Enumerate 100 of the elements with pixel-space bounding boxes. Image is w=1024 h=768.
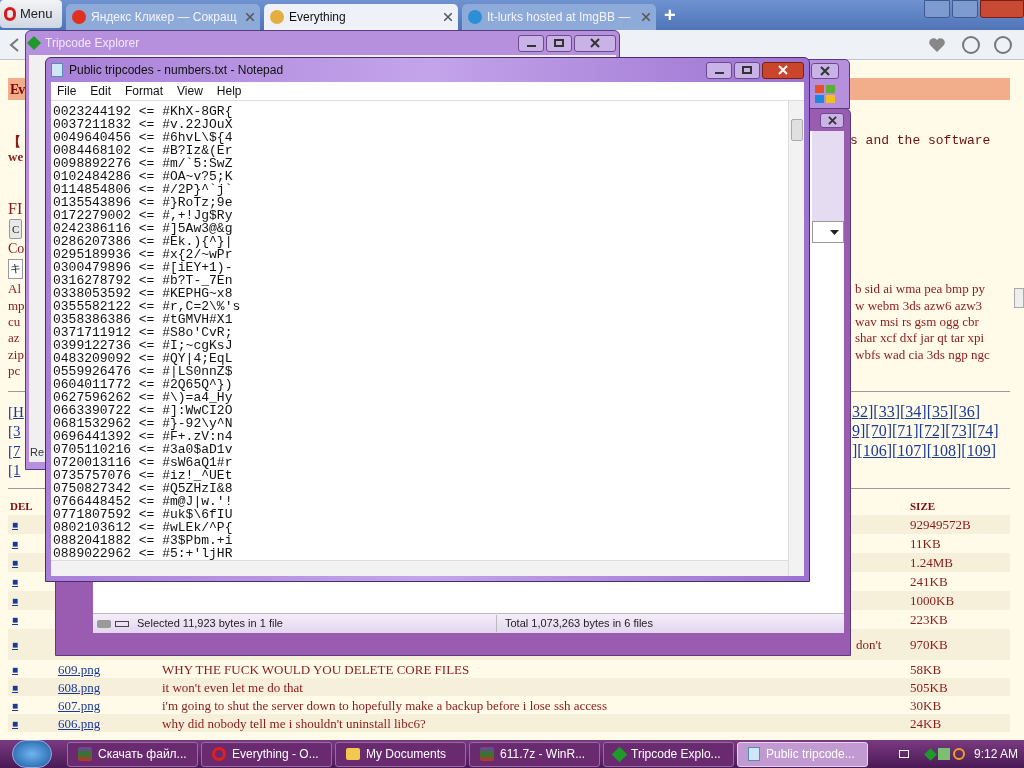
text-line: 0242386116 <= #]5Aw3@&g xyxy=(53,222,233,235)
file-link[interactable]: 607.png xyxy=(58,697,101,713)
tab-title: Everything xyxy=(289,9,347,26)
file-type-text: Al xyxy=(8,281,21,297)
form-button[interactable]: C xyxy=(9,219,23,239)
size-cell-text: 1000KB xyxy=(910,591,956,610)
column-header: SIZE xyxy=(910,499,937,515)
tray-icon[interactable] xyxy=(898,750,909,758)
tab-title: Яндекс Кликер — Сокращ xyxy=(91,9,238,26)
delete-link[interactable]: ■ xyxy=(8,680,58,696)
file-link[interactable]: 609.png xyxy=(58,661,101,677)
windows-logo-icon xyxy=(815,85,835,103)
text-field[interactable]: キ xyxy=(8,259,23,279)
close-button[interactable] xyxy=(574,34,616,52)
caret-icon xyxy=(830,229,839,235)
text-line: 0720013116 <= #sW6aQ1#r xyxy=(53,456,233,469)
notepad-icon xyxy=(748,747,760,761)
file-type-text: az xyxy=(8,330,20,346)
text-line: 0102484286 <= #OA~v?5;K xyxy=(53,170,233,183)
minimize-button[interactable] xyxy=(518,34,544,52)
text-line: 0114854806 <= #/2P}^`j` xyxy=(53,183,233,196)
text-line: 0559926476 <= #|LS0nnZ$ xyxy=(53,365,233,378)
page-link[interactable]: [H xyxy=(8,403,24,420)
size-cell-text: 241KB xyxy=(910,572,949,591)
text-line: 0802103612 <= #wLEk/^P{ xyxy=(53,521,233,534)
delete-link[interactable]: ■ xyxy=(8,698,58,714)
close-button[interactable] xyxy=(811,63,839,79)
close-button[interactable] xyxy=(762,61,804,79)
intro-text: we xyxy=(8,148,24,164)
close-icon xyxy=(827,115,837,125)
text-line: 0889022962 <= #5:+'ljHR xyxy=(53,547,233,560)
file-type-text: wav msi rs gsm ogg cbr xyxy=(855,313,979,331)
browser-tab[interactable]: Everything xyxy=(264,4,458,30)
notepad-icon xyxy=(51,63,63,77)
menu-item[interactable]: View xyxy=(177,82,203,100)
heart-icon[interactable] xyxy=(928,36,946,53)
close-icon[interactable] xyxy=(444,13,452,21)
taskbar-button[interactable]: My Documents xyxy=(335,741,466,767)
vertical-scrollbar[interactable] xyxy=(788,101,804,576)
clock: 9:12 AM xyxy=(973,746,1018,763)
page-link[interactable]: [7 xyxy=(8,442,21,459)
opera-icon xyxy=(4,7,16,21)
folder-icon xyxy=(346,748,360,760)
minimize-button[interactable] xyxy=(706,61,732,79)
menu-button[interactable]: Menu xyxy=(0,0,62,28)
scrollbar xyxy=(1014,288,1024,308)
comment-text: WHY THE FUCK WOULD YOU DELETE CORE FILES xyxy=(162,661,470,677)
section-label: Co xyxy=(8,240,25,258)
file-link[interactable]: 606.png xyxy=(58,715,101,731)
taskbar-button[interactable]: Everything - O... xyxy=(201,741,332,767)
taskbar-button[interactable]: Tripcode Explo... xyxy=(603,741,734,767)
delete-link[interactable]: ■ xyxy=(8,716,58,732)
text-line: 0604011772 <= #2Q65Q^}) xyxy=(53,378,233,391)
close-icon[interactable] xyxy=(642,13,650,21)
text-line: 0037211832 <= #v.22JOuX xyxy=(53,118,233,131)
text-line: 0135543896 <= #}RoTz;9e xyxy=(53,196,233,209)
taskbar-button[interactable]: 611.7z - WinR... xyxy=(469,741,600,767)
taskbar-button[interactable]: Скачать файл... xyxy=(67,741,198,767)
text-line: 0358386386 <= #tGMVH#X1 xyxy=(53,313,233,326)
menu-item[interactable]: Format xyxy=(125,82,164,100)
size-cell-text: 505KB xyxy=(910,678,949,697)
maximize-button[interactable] xyxy=(734,61,760,79)
window-title: Tripcode Explorer xyxy=(45,35,141,52)
text-line: 0371711912 <= #S8o'CvR; xyxy=(53,326,233,339)
text-line: 0049640456 <= #6hvL\${4 xyxy=(53,131,233,144)
delete-link[interactable]: ■ xyxy=(8,612,58,628)
intro-text: 【 xyxy=(8,133,21,149)
site-icon xyxy=(72,10,86,24)
window-title: Public tripcodes - numbers.txt - Notepad xyxy=(69,62,285,79)
tab-title: It-lurks hosted at ImgBB — xyxy=(487,9,632,26)
text-line: 0098892276 <= #m/`5:SwZ xyxy=(53,157,233,170)
file-link[interactable]: 608.png xyxy=(58,679,101,695)
delete-link[interactable]: ■ xyxy=(8,636,58,652)
close-icon xyxy=(590,38,600,48)
new-tab-button[interactable]: + xyxy=(664,0,676,30)
scroll-thumb[interactable] xyxy=(790,119,803,141)
text-line: 0663390722 <= #]:WwCI2O xyxy=(53,404,233,417)
close-icon xyxy=(820,66,830,76)
menu-item[interactable]: Edit xyxy=(90,82,112,100)
menu-item[interactable]: File xyxy=(57,82,77,100)
delete-link[interactable]: ■ xyxy=(8,662,58,678)
horizontal-scrollbar[interactable] xyxy=(51,560,788,576)
close-button[interactable] xyxy=(820,112,844,128)
status-text: Re xyxy=(29,444,45,460)
maximize-button[interactable] xyxy=(546,34,572,52)
text-line: 0627596262 <= #\)=a4_Hy xyxy=(53,391,233,404)
delete-link[interactable]: ■ xyxy=(8,593,58,609)
text-line: 0882041882 <= #3$Pbm.+i xyxy=(53,534,233,547)
search-icon[interactable] xyxy=(952,748,965,760)
close-icon[interactable] xyxy=(246,13,254,21)
menu-item[interactable]: Help xyxy=(216,82,242,100)
text-line: 0735757076 <= #iz!_^UEt xyxy=(53,469,233,482)
page-link[interactable]: [3 xyxy=(8,423,21,440)
start-button[interactable] xyxy=(12,740,52,768)
page-link[interactable]: [1 xyxy=(8,462,21,479)
text-line: 0483209092 <= #QY|4;EqL xyxy=(53,352,233,365)
dropdown[interactable] xyxy=(812,221,844,243)
text-line: 0084468102 <= #B?Iz&(Er xyxy=(53,144,233,157)
size-cell-text: 970KB xyxy=(910,635,949,654)
size-cell-text: 11KB xyxy=(910,534,942,553)
